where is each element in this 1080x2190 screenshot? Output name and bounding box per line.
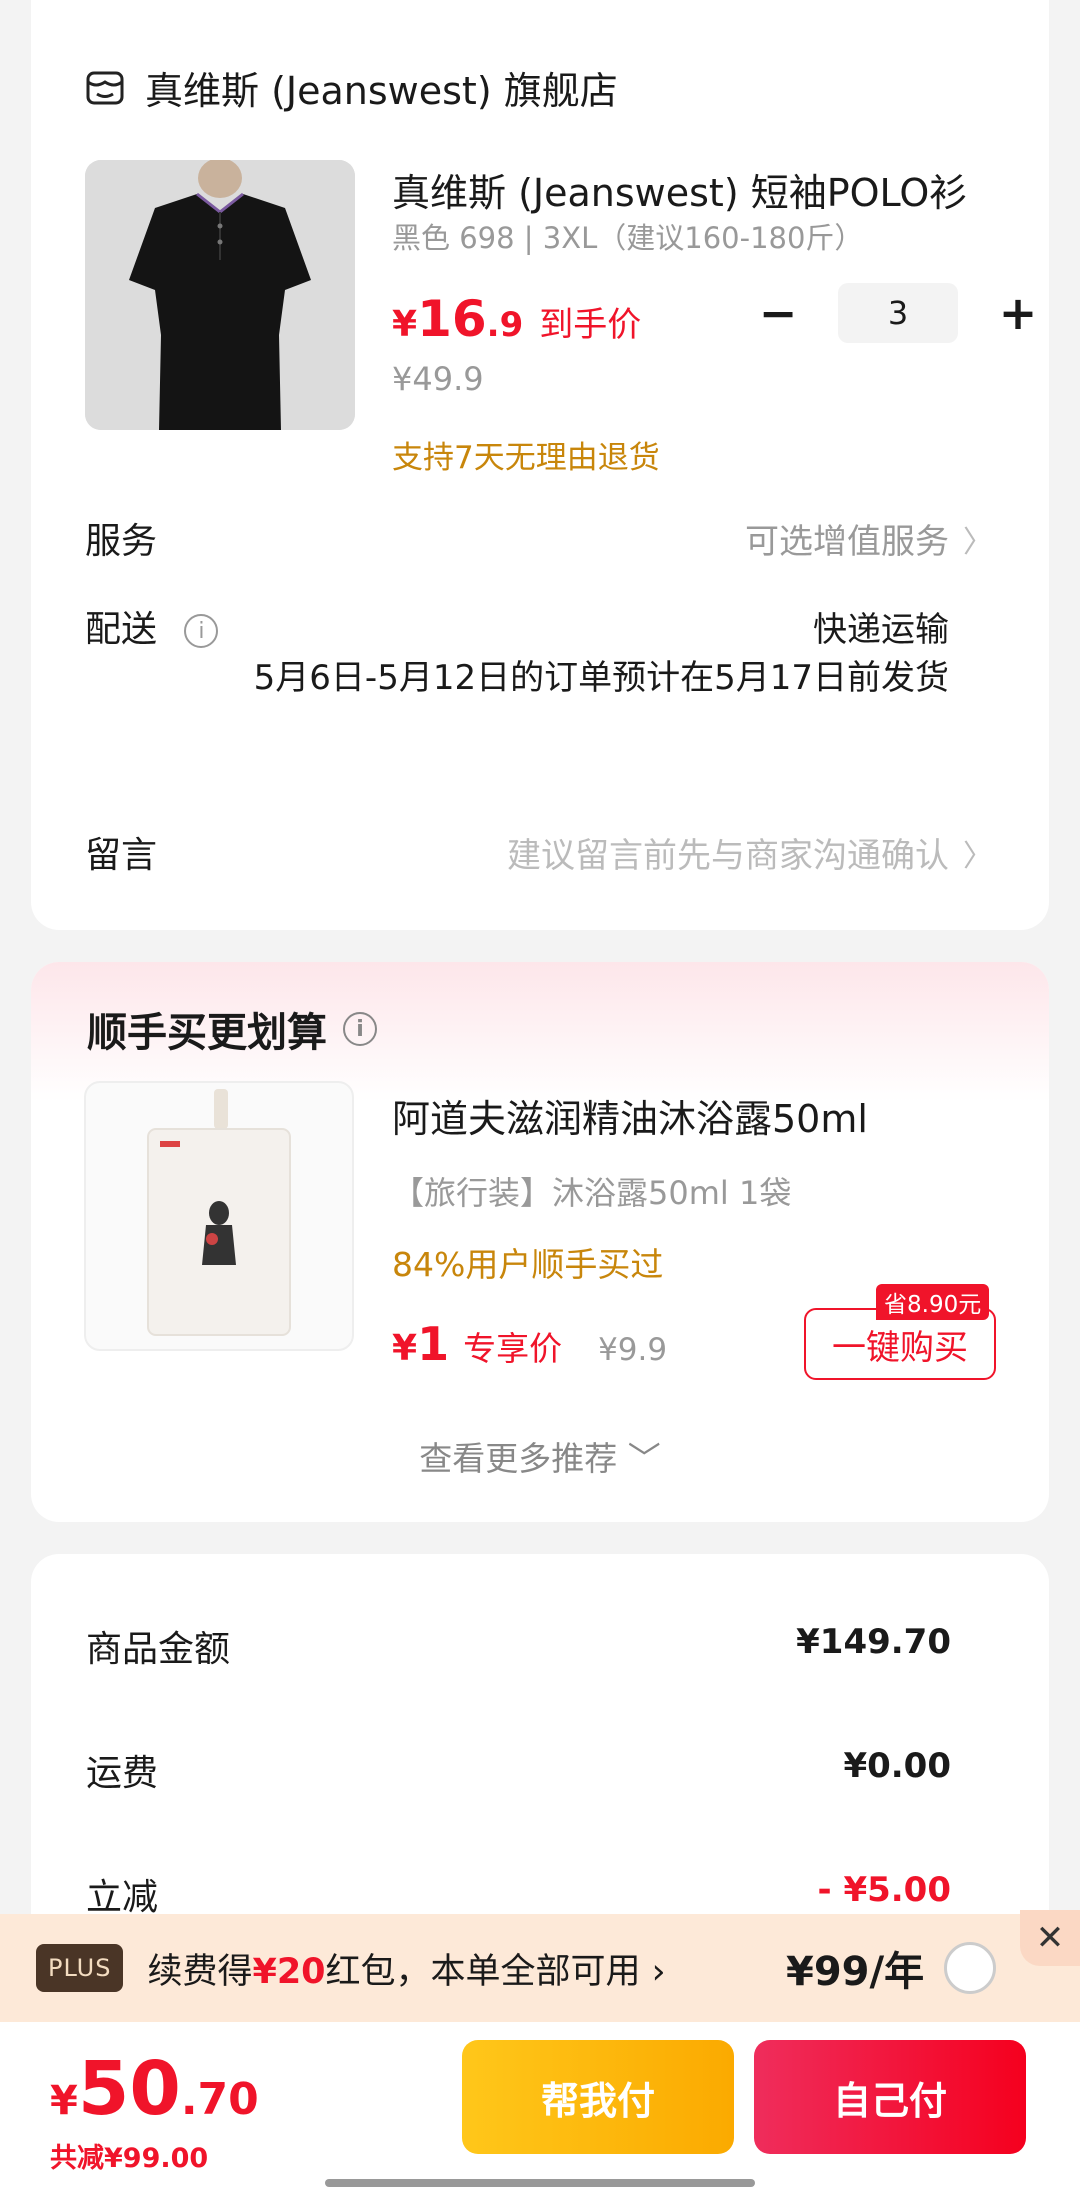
original-price: ¥49.9 [392, 360, 484, 398]
price-currency: ¥ [392, 304, 418, 345]
price-currency: ¥ [392, 1328, 418, 1369]
store-name: 真维斯 (Jeanswest) 旗舰店 [145, 69, 618, 113]
delivery-row-label: 配送 i [85, 600, 219, 652]
quantity-stepper: − 3 + [748, 283, 1048, 343]
total-decimal: .70 [180, 2074, 259, 2125]
info-icon[interactable]: i [184, 614, 219, 648]
recommend-spec: 【旅行装】沐浴露50ml 1袋 [392, 1174, 792, 1212]
help-me-pay-button[interactable]: 帮我付 [462, 2040, 734, 2154]
price-tag: 到手价 [539, 305, 642, 345]
store-icon [86, 71, 124, 104]
service-label: 服务 [85, 521, 158, 562]
recommend-original-price: ¥9.9 [598, 1332, 668, 1368]
product-image[interactable] [85, 160, 355, 430]
plus-select-radio[interactable] [944, 1942, 996, 1994]
store-header[interactable]: 真维斯 (Jeanswest) 旗舰店 [85, 60, 618, 115]
polo-shirt-illustration [85, 160, 355, 430]
chevron-right-icon: 〉 [963, 838, 993, 874]
message-placeholder: 建议留言前先与商家沟通确认 [507, 836, 949, 876]
qty-plus-button[interactable]: + [988, 283, 1048, 343]
delivery-label: 配送 [85, 609, 158, 650]
message-label: 留言 [85, 835, 158, 876]
total-price: ¥ 50 .70 [50, 2046, 259, 2132]
discount-value: - ¥5.00 [817, 1870, 952, 1910]
product-price: ¥ 16 .9 到手价 [392, 290, 641, 348]
freight-value: ¥0.00 [843, 1746, 951, 1786]
more-recommendations-link[interactable]: 查看更多推荐 ﹀ [0, 1432, 1080, 1480]
order-item-card: 真维斯 (Jeanswest) 旗舰店 真维斯 (Jeanswest) 短袖PO… [31, 0, 1049, 930]
delivery-note: 5月6日-5月12日的订单预计在5月17日前发货 [253, 658, 949, 698]
plus-badge: PLUS [36, 1944, 124, 1992]
recommend-title[interactable]: 阿道夫滋润精油沐浴露50ml [392, 1088, 868, 1143]
chevron-right-icon: 〉 [963, 524, 993, 560]
price-integer: 1 [417, 1317, 450, 1371]
info-icon[interactable]: i [343, 1012, 377, 1046]
price-decimal: .9 [486, 305, 524, 345]
qty-value[interactable]: 3 [838, 283, 958, 343]
checkout-bar: ¥ 50 .70 共减¥99.00 帮我付 自己付 [0, 2022, 1080, 2190]
freight-label: 运费 [86, 1753, 159, 1794]
total-integer: 50 [77, 2046, 181, 2132]
recommend-section-title: 顺手买更划算 i [87, 1000, 377, 1058]
save-badge: 省8.90元 [876, 1284, 990, 1320]
close-icon[interactable]: ✕ [1020, 1910, 1080, 1966]
plus-price: ¥99/年 [786, 1949, 925, 1995]
plus-text-highlight: ¥20 [252, 1951, 326, 1992]
return-policy: 支持7天无理由退货 [392, 440, 660, 476]
service-row[interactable]: 可选增值服务 〉 [745, 514, 993, 563]
service-value: 可选增值服务 [745, 522, 949, 562]
plus-text-post: 红包，本单全部可用 › [325, 1951, 666, 1992]
home-indicator[interactable] [325, 2179, 755, 2187]
pay-myself-button[interactable]: 自己付 [754, 2040, 1026, 2154]
recommend-price: ¥ 1 专享价 ¥9.9 [392, 1317, 667, 1371]
plus-offer-text[interactable]: 续费得¥20红包，本单全部可用 › [147, 1943, 665, 1994]
section-title-text: 顺手买更划算 [87, 1010, 327, 1056]
discount-label: 立减 [86, 1877, 159, 1918]
product-title[interactable]: 真维斯 (Jeanswest) 短袖POLO衫 [392, 162, 992, 217]
plus-membership-banner[interactable]: PLUS 续费得¥20红包，本单全部可用 › ¥99/年 ✕ [0, 1910, 1080, 2022]
price-integer: 16 [417, 290, 487, 348]
recommend-social-proof: 84%用户顺手买过 [392, 1245, 664, 1284]
bodywash-pouch-illustration [147, 1089, 291, 1336]
goods-amount-value: ¥149.70 [796, 1622, 951, 1662]
total-saved[interactable]: 共减¥99.00 [50, 2136, 208, 2175]
product-spec[interactable]: 黑色 698 | 3XL（建议160-180斤） [392, 215, 863, 257]
goods-amount-label: 商品金额 [86, 1629, 231, 1670]
price-tag: 专享价 [463, 1329, 563, 1368]
qty-minus-button[interactable]: − [748, 283, 808, 343]
total-currency: ¥ [50, 2078, 78, 2124]
plus-text-pre: 续费得 [147, 1951, 253, 1992]
recommend-product-image[interactable] [84, 1081, 354, 1351]
delivery-type: 快递运输 [813, 610, 949, 650]
message-row[interactable]: 建议留言前先与商家沟通确认 〉 [507, 828, 993, 877]
